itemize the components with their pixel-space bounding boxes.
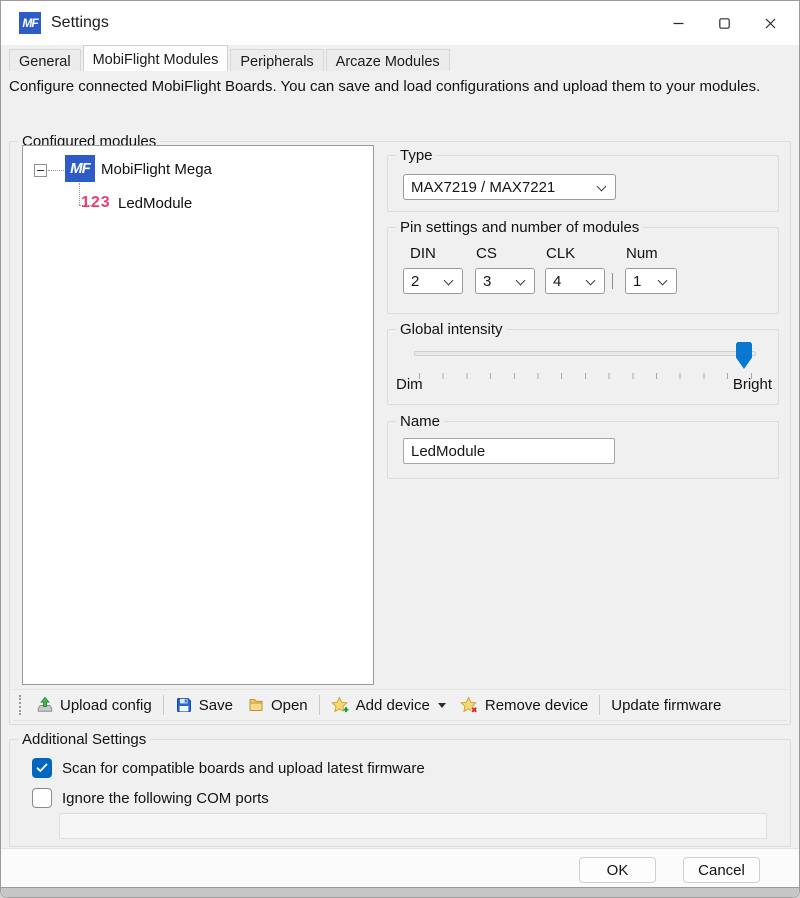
- chevron-down-icon: [586, 276, 596, 286]
- update-firmware-button[interactable]: Update firmware: [604, 693, 728, 718]
- type-label: Type: [396, 147, 437, 164]
- remove-device-label: Remove device: [485, 697, 588, 714]
- dialog-footer: OK Cancel: [1, 848, 799, 889]
- open-folder-icon: [247, 696, 265, 714]
- type-combobox[interactable]: MAX7219 / MAX7221: [403, 174, 616, 200]
- maximize-button[interactable]: [701, 1, 747, 45]
- led-module-icon: 123: [81, 194, 111, 212]
- type-combobox-value: MAX7219 / MAX7221: [411, 179, 555, 196]
- din-label: DIN: [410, 245, 436, 262]
- intensity-max-label: Bright: [733, 376, 772, 393]
- tree-node-label: LedModule: [118, 195, 192, 212]
- tab-arcaze-modules[interactable]: Arcaze Modules: [326, 49, 450, 71]
- tab-general[interactable]: General: [9, 49, 81, 71]
- scan-boards-row: Scan for compatible boards and upload la…: [32, 758, 425, 778]
- clk-combobox[interactable]: 4: [545, 268, 605, 294]
- intensity-min-label: Dim: [396, 376, 423, 393]
- ignore-com-label: Ignore the following COM ports: [62, 790, 269, 807]
- additional-settings-label: Additional Settings: [18, 731, 150, 748]
- pin-settings-label: Pin settings and number of modules: [396, 219, 643, 236]
- clk-combobox-value: 4: [553, 273, 561, 290]
- ignore-com-checkbox[interactable]: [32, 788, 52, 808]
- global-intensity-groupbox: Global intensity Dim Bright: [387, 329, 779, 405]
- save-button[interactable]: Save: [168, 692, 240, 718]
- global-intensity-label: Global intensity: [396, 321, 507, 338]
- scan-boards-label: Scan for compatible boards and upload la…: [62, 760, 425, 777]
- pin-settings-groupbox: Pin settings and number of modules DIN C…: [387, 227, 779, 314]
- module-name-input[interactable]: LedModule: [403, 438, 615, 464]
- toolbar-grip-icon: [19, 695, 21, 715]
- upload-config-button[interactable]: Upload config: [29, 692, 159, 718]
- save-icon: [175, 696, 193, 714]
- name-label: Name: [396, 413, 444, 430]
- save-label: Save: [199, 697, 233, 714]
- mobiflight-board-icon: MF: [65, 155, 95, 182]
- chevron-down-icon: [516, 276, 526, 286]
- app-logo-icon: MF: [19, 12, 41, 34]
- add-device-button[interactable]: Add device: [324, 692, 453, 718]
- cancel-button[interactable]: Cancel: [683, 857, 760, 883]
- toolbar-separator: [599, 695, 600, 715]
- additional-settings-groupbox: Additional Settings Scan for compatible …: [9, 739, 791, 847]
- dropdown-caret-icon: [438, 703, 446, 708]
- configured-modules-groupbox: Configured modules MF MobiFlight Mega 12…: [9, 141, 791, 725]
- tree-node-ledmodule[interactable]: 123 LedModule: [23, 191, 373, 217]
- ok-button[interactable]: OK: [579, 857, 656, 883]
- upload-config-label: Upload config: [60, 697, 152, 714]
- tab-peripherals[interactable]: Peripherals: [230, 49, 323, 71]
- close-icon: [765, 18, 776, 29]
- chevron-down-icon: [444, 276, 454, 286]
- cs-combobox-value: 3: [483, 273, 491, 290]
- tab-mobiflight-modules[interactable]: MobiFlight Modules: [83, 45, 229, 71]
- open-button[interactable]: Open: [240, 692, 315, 718]
- settings-window: MF Settings General MobiFlight Modules P…: [0, 0, 800, 898]
- ignore-com-row: Ignore the following COM ports: [32, 788, 269, 808]
- chevron-down-icon: [658, 276, 668, 286]
- intensity-slider-thumb[interactable]: [736, 342, 752, 369]
- remove-device-button[interactable]: Remove device: [453, 692, 595, 718]
- open-label: Open: [271, 697, 308, 714]
- num-label: Num: [626, 245, 658, 262]
- update-firmware-label: Update firmware: [611, 697, 721, 714]
- minimize-button[interactable]: [655, 1, 701, 45]
- minimize-icon: [673, 18, 684, 29]
- din-combobox[interactable]: 2: [403, 268, 463, 294]
- cs-combobox[interactable]: 3: [475, 268, 535, 294]
- add-device-star-icon: [331, 696, 350, 714]
- titlebar: MF Settings: [1, 1, 799, 45]
- tree-expander-icon[interactable]: [34, 164, 47, 177]
- toolbar-separator: [163, 695, 164, 715]
- modules-tree[interactable]: MF MobiFlight Mega 123 LedModule: [22, 145, 374, 685]
- add-device-label: Add device: [356, 697, 430, 714]
- window-bottom-edge: [1, 887, 799, 897]
- toolbar-separator: [319, 695, 320, 715]
- page-description: Configure connected MobiFlight Boards. Y…: [9, 78, 784, 96]
- tree-node-mobiflight-mega[interactable]: MF MobiFlight Mega: [23, 154, 373, 186]
- remove-device-star-icon: [460, 696, 479, 714]
- type-groupbox: Type MAX7219 / MAX7221: [387, 155, 779, 212]
- module-name-value: LedModule: [411, 443, 485, 460]
- com-ports-input: [59, 813, 767, 839]
- check-icon: [36, 763, 48, 773]
- pin-separator: [612, 273, 613, 289]
- window-title: Settings: [51, 14, 109, 32]
- clk-label: CLK: [546, 245, 575, 262]
- din-combobox-value: 2: [411, 273, 419, 290]
- tree-node-label: MobiFlight Mega: [101, 161, 212, 178]
- upload-config-icon: [36, 696, 54, 714]
- chevron-down-icon: [597, 182, 607, 192]
- modules-toolbar: Upload config Save: [13, 689, 787, 721]
- close-button[interactable]: [747, 1, 793, 45]
- num-combobox-value: 1: [633, 273, 641, 290]
- tab-page-mobiflight-modules: Configure connected MobiFlight Boards. Y…: [1, 71, 799, 897]
- cs-label: CS: [476, 245, 497, 262]
- scan-boards-checkbox[interactable]: [32, 758, 52, 778]
- window-controls: [655, 1, 793, 45]
- intensity-slider-ticks: [419, 373, 752, 379]
- intensity-slider-track[interactable]: [414, 351, 756, 356]
- maximize-icon: [719, 18, 730, 29]
- tabstrip: General MobiFlight Modules Peripherals A…: [1, 45, 799, 71]
- num-combobox[interactable]: 1: [625, 268, 677, 294]
- name-groupbox: Name LedModule: [387, 421, 779, 479]
